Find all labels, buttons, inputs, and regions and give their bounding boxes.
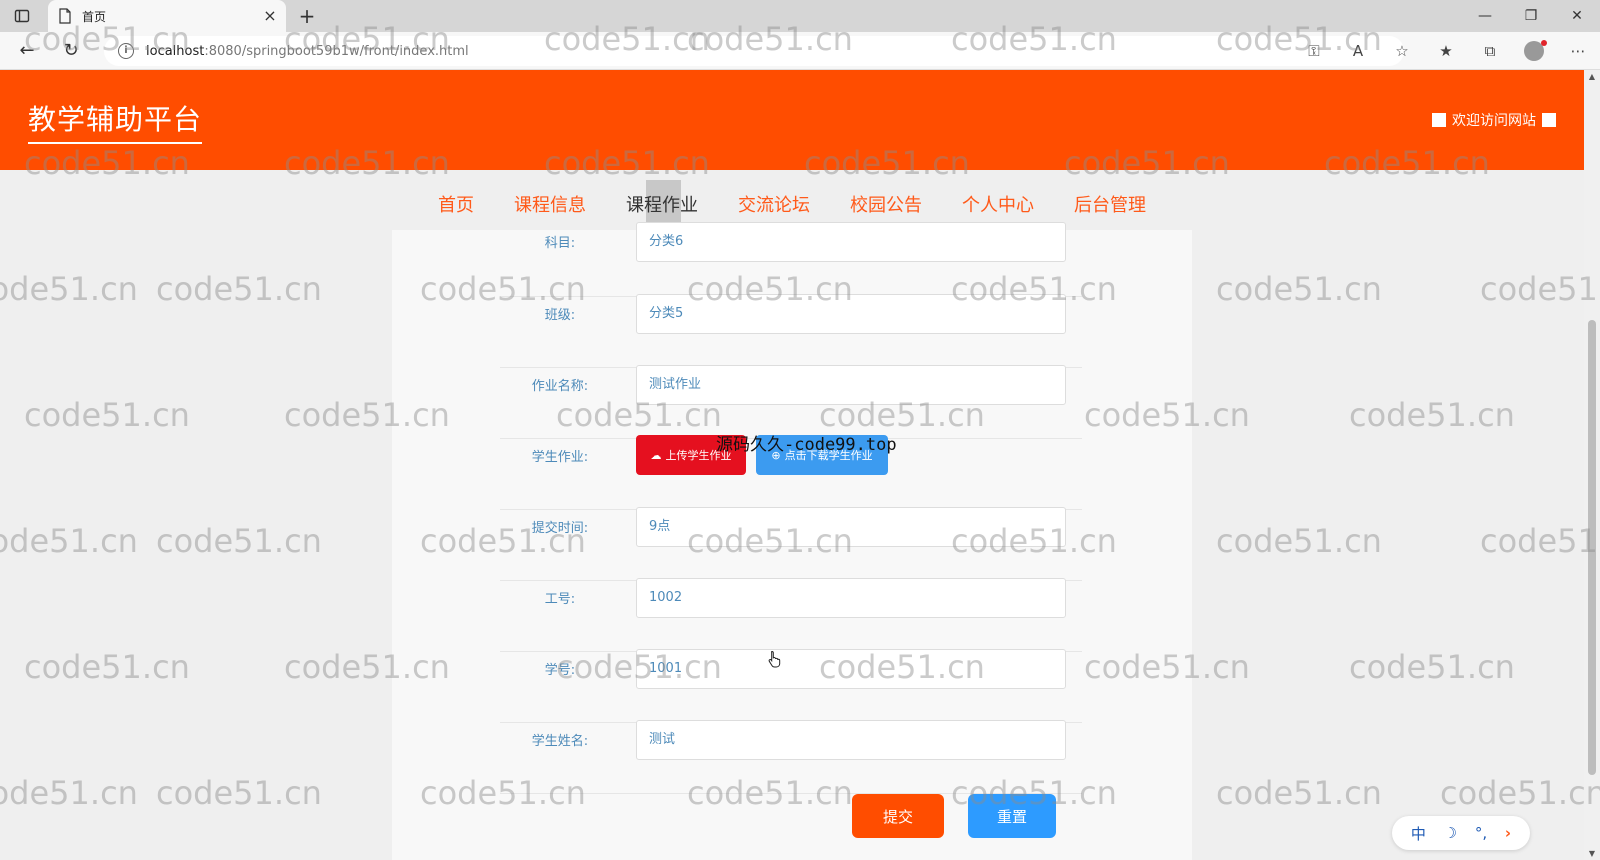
student-name-field[interactable]: 测试 [636,720,1066,760]
form-row-homework-name: 作业名称: 测试作业 [500,365,1082,439]
form-row-class: 班级: 分类5 [500,294,1082,368]
ime-toolbar: 中 ☽ °, › [1392,816,1530,850]
collections-icon[interactable]: ⧉ [1468,38,1512,64]
close-window-icon[interactable]: ✕ [1554,0,1600,32]
welcome-square-icon [1542,113,1556,127]
work-id-field[interactable]: 1002 [636,578,1066,618]
homework-name-label: 作业名称: [531,379,589,394]
watermark: code51.cn [1480,270,1600,308]
watermark: code51.cn [24,396,190,434]
homework-form: 科目: 分类6 班级: 分类5 作业名称: 测试作业 学生作业: ☁ 上传学生作… [392,222,1192,860]
overlay-watermark-text: 源码久久-code99.top [716,435,897,455]
work-id-label: 工号: [544,592,576,607]
watermark: code51.cn [156,774,322,812]
nav-announcements[interactable]: 校园公告 [830,180,942,228]
favorites-icon[interactable]: ★ [1424,38,1468,64]
student-id-field[interactable]: 1001 [636,649,1066,689]
more-icon[interactable]: ⋯ [1556,38,1600,64]
subject-label: 科目: [544,236,576,251]
watermark: code51.cn [1216,774,1382,812]
reset-button[interactable]: 重置 [968,794,1056,838]
back-icon[interactable]: ← [16,40,38,62]
url-field[interactable]: i localhost:8080/springboot59b1w/front/i… [104,36,1404,66]
student-id-label: 学号: [544,663,576,678]
add-favorite-icon[interactable]: ☆ [1380,38,1424,64]
watermark: code51.cn [0,774,138,812]
form-row-student-name: 学生姓名: 测试 [500,720,1082,794]
welcome-text: 欢迎访问网站 [1452,113,1536,129]
class-label: 班级: [544,308,576,323]
submit-button[interactable]: 提交 [852,794,944,838]
form-row-submit-time: 提交时间: 9点 [500,507,1082,581]
watermark: code51.cn [1349,396,1515,434]
reload-icon[interactable]: ↻ [60,40,82,62]
tab-actions-icon[interactable] [12,7,32,25]
nav-course-info[interactable]: 课程信息 [494,180,606,228]
scroll-down-icon[interactable]: ▼ [1584,849,1600,858]
form-row-work-id: 工号: 1002 [500,578,1082,652]
scroll-up-icon[interactable]: ▲ [1584,72,1600,81]
nav-forum[interactable]: 交流论坛 [718,180,830,228]
scrollbar-thumb[interactable] [1588,320,1596,775]
watermark: code51.cn [0,270,138,308]
cloud-upload-icon: ☁ [650,448,662,462]
main-nav: 首页 课程信息 课程作业 交流论坛 校园公告 个人中心 后台管理 [0,180,1584,228]
nav-home[interactable]: 首页 [418,180,494,228]
profile-avatar[interactable] [1524,40,1547,61]
punctuation-icon[interactable]: °, [1475,824,1487,842]
class-field[interactable]: 分类5 [636,294,1066,334]
student-name-label: 学生姓名: [531,734,589,749]
watermark: code51.cn [24,648,190,686]
student-homework-label: 学生作业: [531,450,589,465]
watermark: code51.cn [1216,522,1382,560]
form-row-student-id: 学号: 1001 [500,649,1082,723]
page-scrollbar[interactable]: ▲ ▼ [1584,70,1600,860]
url-text: localhost:8080/springboot59b1w/front/ind… [146,43,469,59]
watermark: code51.cn [1440,774,1600,812]
form-row-subject: 科目: 分类6 [500,222,1082,297]
watermark: code51.cn [156,270,322,308]
new-tab-icon[interactable]: + [296,5,318,27]
chevron-right-icon[interactable]: › [1505,824,1511,842]
moon-icon[interactable]: ☽ [1444,824,1457,842]
watermark: code51.cn [1349,648,1515,686]
key-icon[interactable]: ⚿ [1292,38,1336,64]
watermark: code51.cn [0,522,138,560]
browser-tab-bar: 首页 × + — ❐ ✕ [0,0,1600,32]
window-controls: — ❐ ✕ [1462,0,1600,32]
welcome-square-icon [1432,113,1446,127]
site-info-icon[interactable]: i [118,43,134,59]
site-title[interactable]: 教学辅助平台 [28,98,203,144]
tab-title: 首页 [82,9,107,24]
watermark: code51.cn [1480,522,1600,560]
watermark: code51.cn [156,522,322,560]
nav-course-homework[interactable]: 课程作业 [606,180,718,228]
close-tab-icon[interactable]: × [262,8,278,24]
submit-time-field[interactable]: 9点 [636,507,1066,547]
welcome-banner: 欢迎访问网站 [1426,110,1562,130]
submit-time-label: 提交时间: [531,521,589,536]
browser-toolbar: ⚿ A ☆ ★ ⧉ ⋯ [1292,38,1600,64]
hand-cursor-icon [768,650,781,668]
read-aloud-icon[interactable]: A [1336,38,1380,64]
restore-icon[interactable]: ❐ [1508,0,1554,32]
nav-personal-center[interactable]: 个人中心 [942,180,1054,228]
address-bar-row: ← ↻ i localhost:8080/springboot59b1w/fro… [0,32,1600,70]
ime-chinese-mode[interactable]: 中 [1411,823,1426,844]
site-header: 教学辅助平台 欢迎访问网站 [0,70,1584,170]
page-icon [59,8,71,24]
watermark: code51.cn [1216,270,1382,308]
subject-field[interactable]: 分类6 [636,222,1066,262]
nav-admin[interactable]: 后台管理 [1054,180,1166,228]
minimize-icon[interactable]: — [1462,0,1508,32]
homework-name-field[interactable]: 测试作业 [636,365,1066,405]
browser-tab[interactable]: 首页 × [48,0,286,32]
